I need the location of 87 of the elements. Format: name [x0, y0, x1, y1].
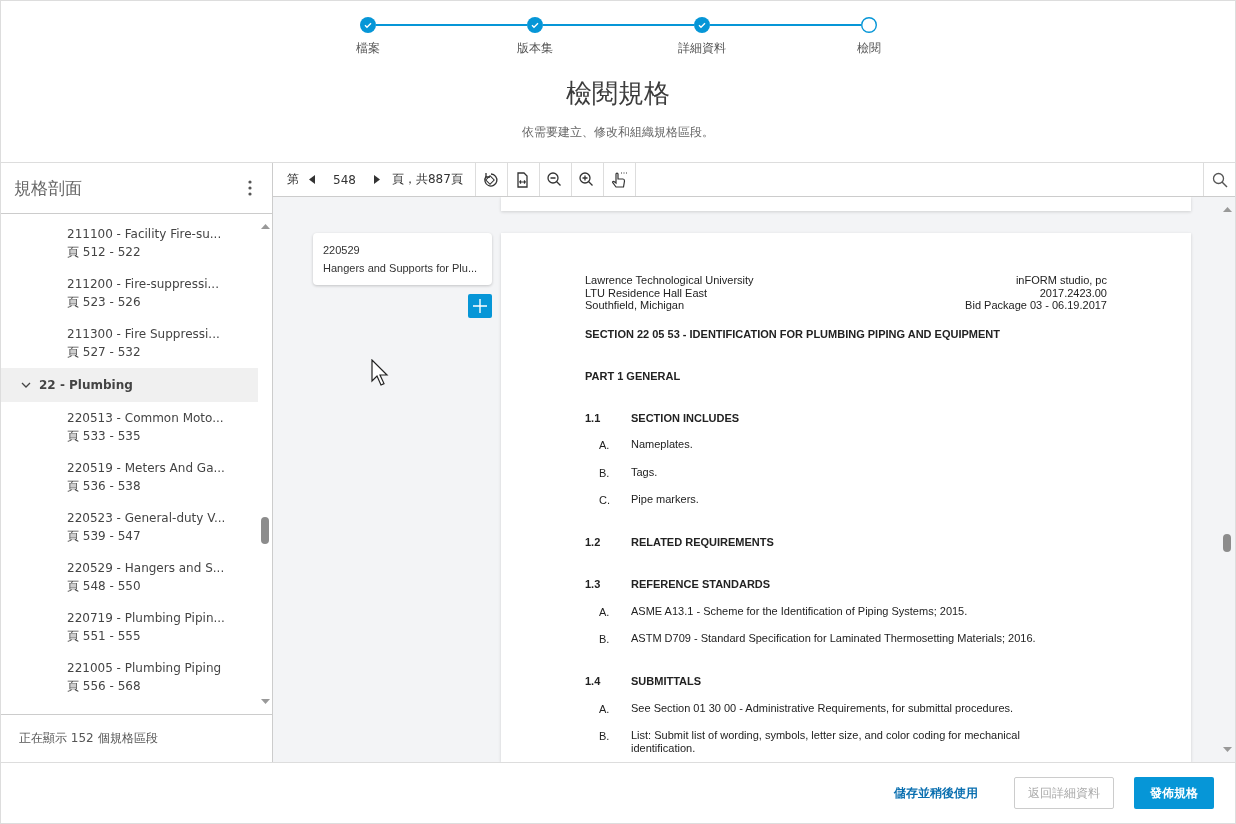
scrollbar-thumb[interactable] [261, 517, 269, 544]
section-card[interactable]: 220529 Hangers and Supports for Plu... [313, 233, 492, 285]
step-label: 檔案 [355, 41, 380, 55]
section-list-item[interactable]: 220519 - Meters And Ga... 頁 536 - 538 [1, 452, 258, 502]
section-name: 211200 - Fire-suppressi... [67, 276, 220, 293]
article-number: 1.1 [585, 410, 602, 425]
section-list-item[interactable]: 220529 - Hangers and S... 頁 548 - 550 [1, 552, 258, 602]
plus-icon [473, 299, 487, 313]
section-list-item[interactable]: 211200 - Fire-suppressi... 頁 523 - 526 [1, 268, 258, 318]
section-pages: 頁 548 - 550 [67, 578, 142, 595]
section-list-item[interactable]: 221005 - Plumbing Piping 頁 556 - 568 [1, 652, 258, 702]
paragraph-letter: C. [599, 493, 611, 507]
paragraph-text: See Section 01 30 00 - Administrative Requirements, for submittal procedures. [631, 701, 1014, 716]
paragraph-letter: B. [599, 632, 611, 646]
page-title: 檢閱規格 [566, 77, 670, 110]
section-list-item[interactable]: 211100 - Facility Fire-su... 頁 512 - 522 [1, 218, 258, 268]
section-title: Hangers and Supports for Plu... [323, 261, 479, 276]
page-subtitle: 依需要建立、修改和組織規格區段。 [522, 125, 714, 139]
section-list-item[interactable]: 220513 - Common Moto... 頁 533 - 535 [1, 402, 258, 452]
paragraph-letter: B. [599, 465, 611, 480]
section-name: 221005 - Plumbing Piping [67, 660, 223, 677]
section-pages: 頁 536 - 538 [67, 478, 142, 495]
section-pages: 頁 556 - 568 [67, 678, 142, 695]
section-number: 220529 [323, 243, 361, 258]
section-name: 220519 - Meters And Ga... [67, 460, 226, 477]
scroll-up-icon[interactable] [1222, 207, 1232, 212]
section-name: 211100 - Facility Fire-su... [67, 226, 223, 243]
section-list-item[interactable]: 220719 - Plumbing Pipin... 頁 551 - 555 [1, 602, 258, 652]
paragraph-text: Tags. [631, 465, 658, 480]
page-number-field[interactable]: 548 [329, 172, 360, 187]
section-group-row[interactable]: 22 - Plumbing [1, 368, 258, 402]
paragraph-text: List: Submit list of wording, symbols, letter size, and color coding for mechanical identification. [631, 729, 1021, 755]
section-pages: 頁 551 - 555 [67, 628, 142, 645]
paragraph-letter: B. [599, 729, 611, 744]
section-list-item[interactable]: 220523 - General-duty V... 頁 539 - 547 [1, 502, 258, 552]
more-options-icon[interactable] [248, 180, 252, 196]
sidebar-title: 規格剖面 [14, 176, 82, 200]
search-icon [1211, 171, 1228, 188]
scroll-up-icon[interactable] [260, 224, 270, 229]
header-text: Bid Package 03 - 06.19.2017 [965, 299, 1107, 312]
section-pages: 頁 533 - 535 [67, 428, 142, 445]
scroll-down-icon[interactable] [1222, 747, 1232, 752]
section-pages: 頁 527 - 532 [67, 344, 142, 361]
section-count-text: 正在顯示 152 個規格區段 [1, 714, 272, 762]
scrollbar-thumb[interactable] [1223, 534, 1231, 552]
article-heading: SUBMITTALS [631, 674, 702, 688]
header-text: 2017.2423.00 [1038, 286, 1107, 299]
page-total-label: 頁，共887頁 [391, 171, 463, 188]
section-list-item[interactable]: 211300 - Fire Suppressi... 頁 527 - 532 [1, 318, 258, 368]
scroll-down-icon[interactable] [260, 699, 270, 704]
paragraph-text: ASTM D709 - Standard Specification for Laminated Thermosetting Materials; 2016. [631, 632, 1036, 646]
article-number: 1.2 [585, 535, 602, 549]
section-name: 211300 - Fire Suppressi... [67, 326, 221, 343]
mouse-pointer-icon [371, 359, 391, 387]
header-text: LTU Residence Hall East [585, 286, 709, 299]
section-name: 220719 - Plumbing Pipin... [67, 610, 226, 627]
article-heading: REFERENCE STANDARDS [631, 577, 771, 591]
next-page-icon[interactable] [373, 175, 380, 184]
step-label: 詳細資料 [677, 41, 726, 55]
save-later-link[interactable]: 儲存並稍後使用 [888, 777, 984, 809]
paragraph-letter: A. [599, 604, 611, 619]
article-heading: RELATED REQUIREMENTS [631, 535, 774, 549]
header-text: Southfield, Michigan [585, 299, 686, 312]
paragraph-text: ASME A13.1 - Scheme for the Identification of Piping Systems; 2015. [631, 604, 968, 619]
chevron-icon [21, 382, 31, 388]
header-text: inFORM studio, pc [1014, 274, 1107, 287]
section-name: 220523 - General-duty V... [67, 510, 227, 527]
section-pages: 頁 512 - 522 [67, 244, 142, 261]
section-pages: 頁 523 - 526 [67, 294, 142, 311]
pan-hand-icon [610, 170, 629, 189]
previous-page-icon[interactable] [309, 175, 315, 184]
section-heading: SECTION 22 05 53 - IDENTIFICATION FOR PLUMBING PIPING AND EQUIPMENT [585, 326, 1001, 341]
step-label: 版本集 [516, 41, 553, 55]
paragraph-text: Pipe markers. [631, 493, 699, 507]
paragraph-text: Nameplates. [631, 438, 693, 452]
section-pages: 頁 539 - 547 [67, 528, 142, 545]
section-name: 220513 - Common Moto... [67, 410, 225, 427]
article-number: 1.4 [585, 674, 602, 688]
step-label: 檢閱 [856, 41, 881, 55]
part-heading: PART 1 GENERAL [585, 368, 682, 383]
paragraph-letter: A. [599, 438, 611, 452]
article-heading: SECTION INCLUDES [631, 410, 740, 425]
article-number: 1.3 [585, 577, 602, 591]
page-prefix-label: 第 [287, 171, 299, 188]
paragraph-letter: A. [599, 701, 611, 716]
header-text: Lawrence Technological University [585, 274, 754, 287]
section-name: 220529 - Hangers and S... [67, 560, 226, 577]
